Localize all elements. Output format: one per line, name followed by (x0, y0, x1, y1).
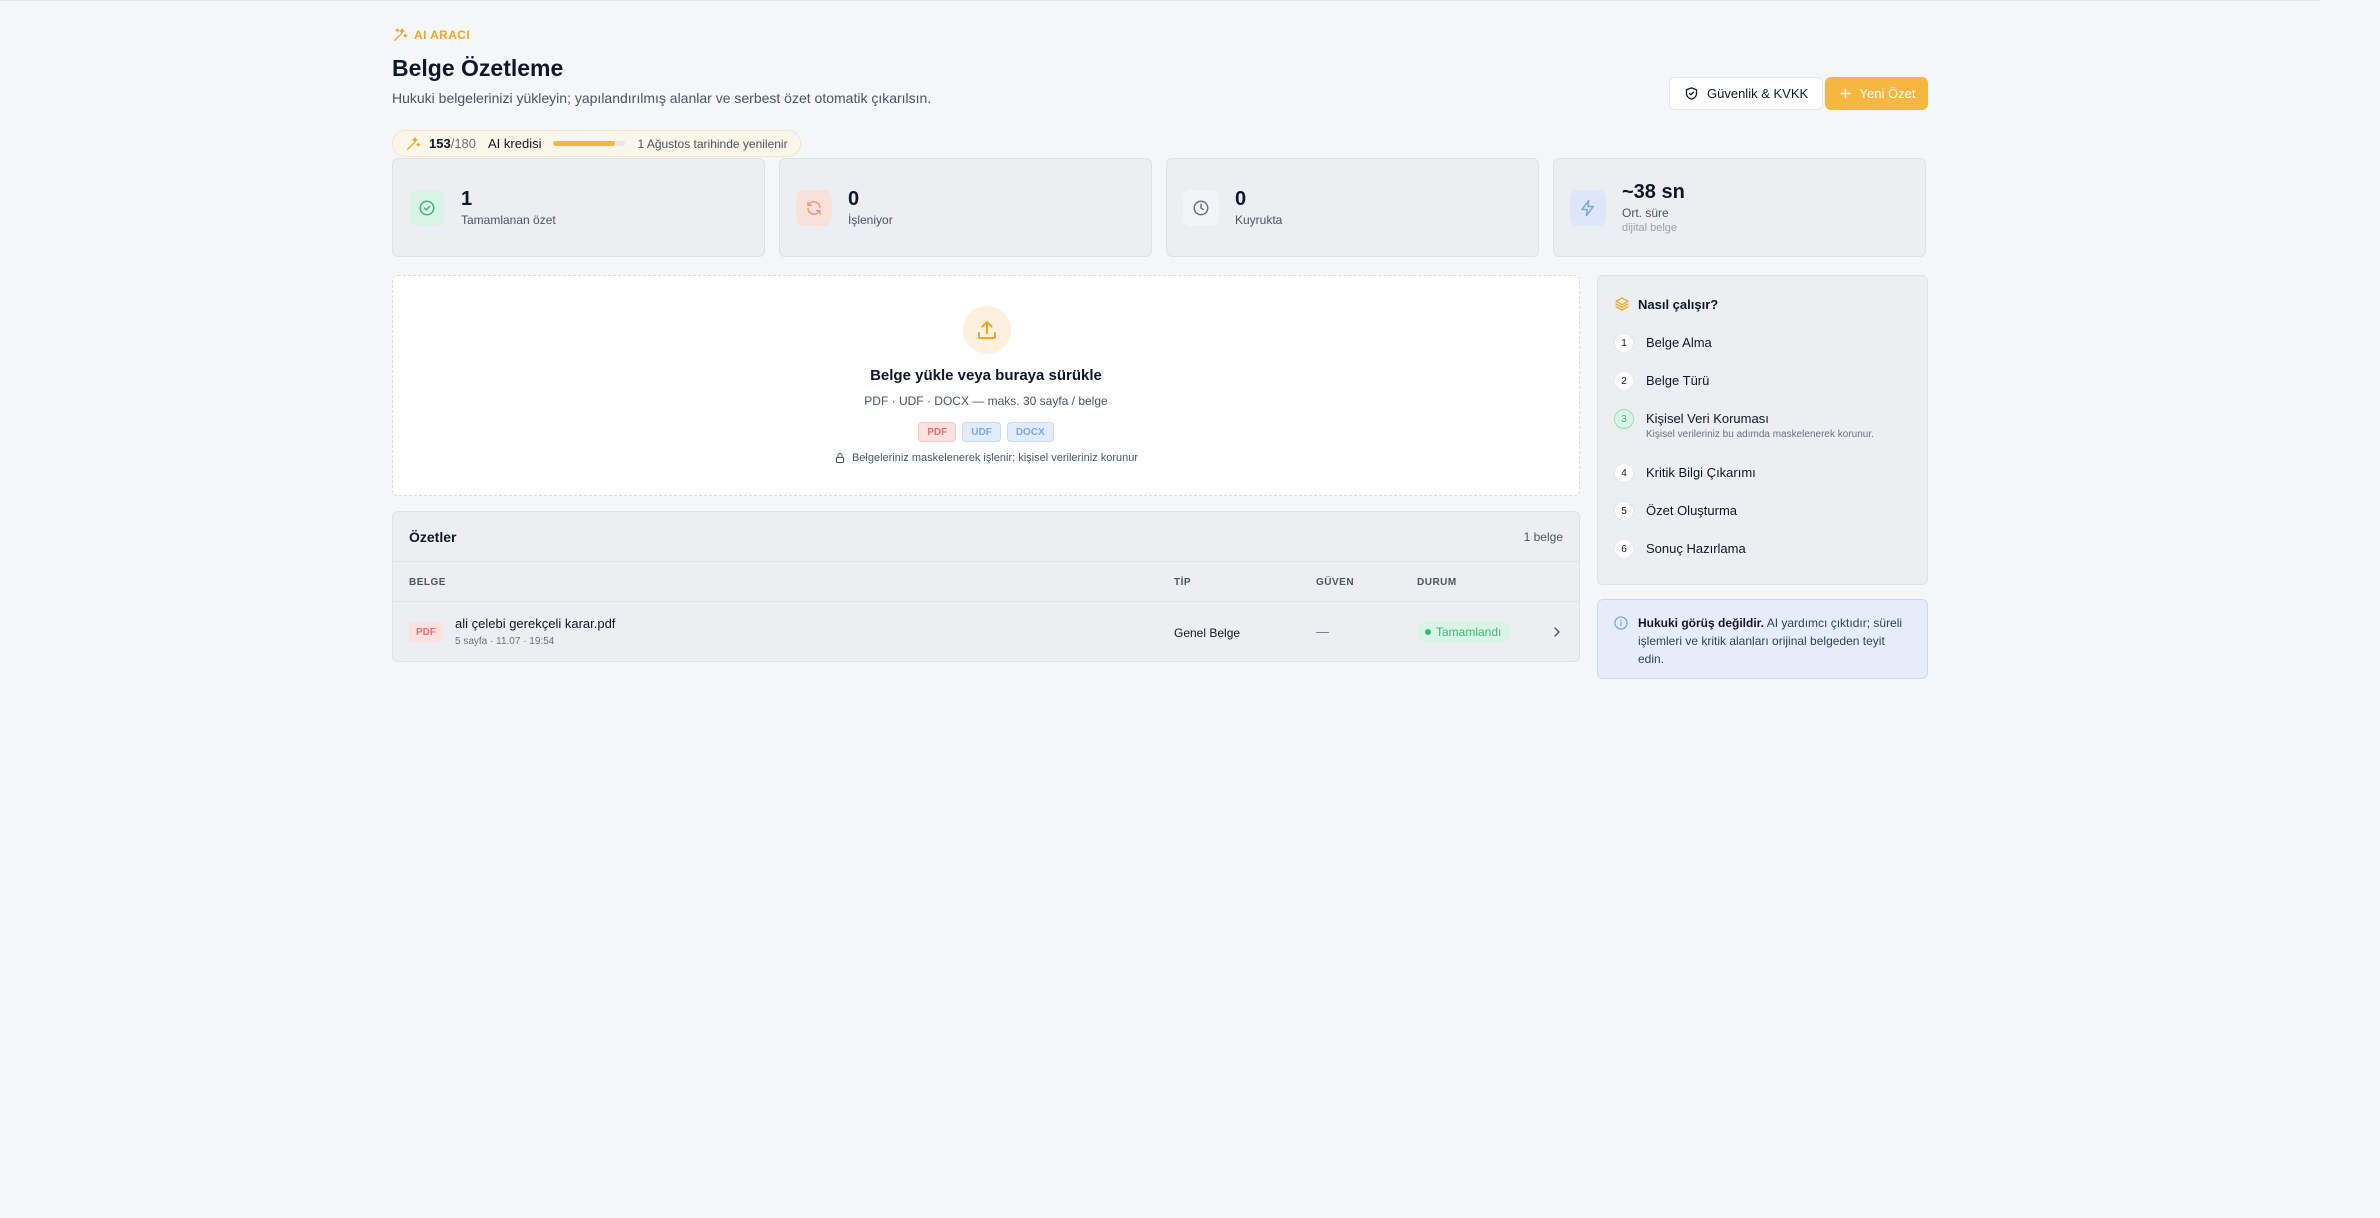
notice-bold: Hukuki görüş değildir. (1638, 616, 1765, 630)
step-title: Sonuç Hazırlama (1646, 541, 1746, 556)
how-it-works-panel: Nasıl çalışır? 1 Belge Alma 2 Belge Türü… (1597, 275, 1928, 585)
column-header-status: DURUM (1417, 577, 1457, 588)
stat-icon-bg (796, 189, 832, 226)
ai-credit-pill: 153/180 AI kredisi 1 Ağustos tarihinde y… (392, 130, 801, 157)
step-number: 2 (1614, 371, 1634, 391)
stat-card-processing: 0 İşleniyor (779, 158, 1152, 257)
upload-privacy-text: Belgeleriniz maskelenerek işlenir; kişis… (851, 452, 1139, 464)
credit-label: AI kredisi (488, 136, 542, 151)
file-meta: 5 sayfa · 11.07 · 19:54 (455, 636, 555, 647)
step-item: 4 Kritik Bilgi Çıkarımı (1614, 463, 1756, 483)
step-number: 1 (1614, 333, 1634, 353)
step-description: Kişisel verileriniz bu adımda maskelener… (1646, 429, 1874, 440)
top-divider (0, 0, 2320, 1)
credit-used: 153 (429, 136, 451, 151)
how-it-works-title: Nasıl çalışır? (1614, 296, 1718, 312)
step-title: Belge Alma (1646, 335, 1712, 350)
info-icon (1614, 616, 1628, 630)
step-number: 5 (1614, 501, 1634, 521)
sparkles-icon (407, 136, 421, 150)
table-title: Özetler (409, 528, 457, 545)
stat-label: İşleniyor (848, 213, 893, 227)
upload-icon-bg (963, 306, 1011, 354)
status-label: Tamamlandı (1436, 625, 1502, 639)
lock-icon (835, 453, 844, 463)
step-item: 2 Belge Türü (1614, 371, 1709, 391)
file-type-badge: PDF (409, 622, 443, 642)
upload-icon (978, 321, 996, 339)
upload-title: Belge yükle veya buraya sürükle (870, 367, 1102, 384)
eyebrow: AI ARACI (392, 27, 470, 43)
page-subtitle: Hukuki belgelerinizi yükleyin; yapılandı… (392, 90, 932, 106)
status-badge: Tamamlandı (1417, 621, 1512, 643)
stat-sublabel: dijital belge (1622, 222, 1678, 234)
stat-card-avg-time: ~38 sn Ort. süre dijital belge (1553, 158, 1926, 257)
format-chip-pdf: PDF (918, 422, 957, 442)
document-type: Genel Belge (1174, 626, 1241, 640)
file-name: ali çelebi gerekçeli karar.pdf (455, 616, 616, 631)
step-title: Özet Oluşturma (1646, 503, 1738, 518)
page-title: Belge Özetleme (392, 55, 564, 81)
how-it-works-label: Nasıl çalışır? (1638, 296, 1719, 312)
upload-privacy-note: Belgeleriniz maskelenerek işlenir; kişis… (393, 452, 1579, 464)
step-item: 1 Belge Alma (1614, 333, 1712, 353)
stat-value: 1 (461, 188, 473, 210)
bolt-icon (1581, 199, 1594, 216)
eyebrow-label: AI ARACI (414, 28, 471, 42)
stat-icon-bg (1570, 189, 1606, 226)
status-dot (1425, 629, 1431, 635)
step-number: 3 (1614, 409, 1634, 429)
new-summary-label: Yeni Özet (1859, 86, 1916, 101)
new-summary-button[interactable]: Yeni Özet (1825, 77, 1928, 110)
check-circle-icon (419, 200, 435, 215)
stat-icon-bg (1183, 189, 1219, 226)
credit-renew-text: 1 Ağustos tarihinde yenilenir (637, 136, 788, 151)
stat-value: 0 (1235, 188, 1247, 210)
stat-label: Ort. süre (1622, 206, 1669, 220)
stat-value: 0 (848, 188, 860, 210)
stats-row: 1 Tamamlanan özet 0 İşleniyor 0 Kuyrukta (392, 158, 1928, 257)
refresh-icon (807, 200, 821, 215)
plus-icon (1839, 88, 1851, 99)
security-kvkk-button[interactable]: Güvenlik & KVKK (1669, 77, 1824, 110)
stat-icon-bg (409, 189, 445, 226)
legal-notice: Hukuki görüş değildir. AI yardımcı çıktı… (1597, 599, 1928, 679)
step-item: 5 Özet Oluşturma (1614, 501, 1737, 521)
clock-icon (1193, 200, 1209, 215)
upload-formats: PDF · UDF · DOCX — maks. 30 sayfa / belg… (864, 394, 1108, 408)
table-row[interactable]: PDF ali çelebi gerekçeli karar.pdf 5 say… (393, 602, 1579, 661)
step-item: 6 Sonuç Hazırlama (1614, 539, 1746, 559)
summaries-table: Özetler 1 belge BELGE TİP GÜVEN DURUM PD… (392, 511, 1580, 662)
step-title: Kişisel Veri Koruması (1646, 411, 1769, 426)
credit-progress-fill (553, 141, 615, 146)
stat-label: Tamamlanan özet (461, 213, 556, 227)
stat-label: Kuyrukta (1235, 213, 1283, 227)
step-item-active: 3 Kişisel Veri Koruması Kişisel verileri… (1614, 409, 1874, 440)
stat-card-completed: 1 Tamamlanan özet (392, 158, 765, 257)
chevron-right-icon[interactable] (1549, 624, 1565, 640)
sparkles-icon (394, 28, 408, 41)
credit-progress-bar (553, 141, 626, 146)
security-kvkk-label: Güvenlik & KVKK (1707, 86, 1809, 101)
column-header-type: TİP (1174, 577, 1192, 588)
column-header-confidence: GÜVEN (1316, 577, 1355, 588)
format-chips: PDF UDF DOCX (393, 422, 1579, 442)
stat-value: ~38 sn (1622, 181, 1685, 203)
table-header: Özetler 1 belge (393, 512, 1579, 562)
step-title: Belge Türü (1646, 373, 1710, 388)
step-number: 4 (1614, 463, 1634, 483)
step-number: 6 (1614, 539, 1634, 559)
layers-icon (1615, 297, 1629, 311)
format-chip-docx: DOCX (1006, 422, 1054, 442)
table-columns: BELGE TİP GÜVEN DURUM (393, 562, 1579, 602)
column-header-document: BELGE (409, 577, 446, 588)
shield-check-icon (1685, 87, 1698, 100)
step-title: Kritik Bilgi Çıkarımı (1646, 465, 1756, 480)
format-chip-udf: UDF (962, 422, 1001, 442)
table-count: 1 belge (1523, 529, 1563, 544)
upload-dropzone[interactable]: Belge yükle veya buraya sürükle PDF · UD… (392, 275, 1580, 496)
credit-max: /180 (450, 136, 477, 151)
stat-card-queued: 0 Kuyrukta (1166, 158, 1539, 257)
confidence-value: — (1316, 624, 1329, 639)
